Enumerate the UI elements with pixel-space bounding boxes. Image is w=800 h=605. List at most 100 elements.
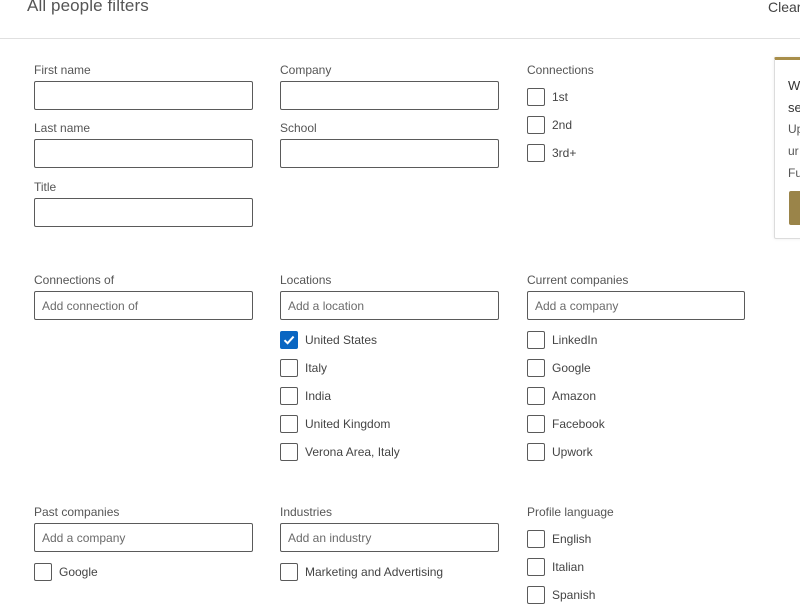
company-group: Company (280, 62, 500, 110)
checkbox-label: Spanish (552, 588, 596, 602)
current-company-option[interactable]: LinkedIn (527, 331, 747, 349)
current-company-option[interactable]: Facebook (527, 415, 747, 433)
language-option[interactable]: English (527, 530, 747, 548)
location-option[interactable]: United Kingdom (280, 415, 500, 433)
page-title: All people filters (27, 0, 149, 15)
checkbox[interactable] (527, 586, 545, 604)
promo-line: Up (788, 122, 800, 136)
checkbox[interactable] (527, 443, 545, 461)
first-name-label: First name (34, 63, 91, 77)
checkbox[interactable] (527, 331, 545, 349)
filters-header: All people filters Clear (0, 0, 800, 39)
profile-language-label: Profile language (527, 505, 614, 519)
checkbox-label: Marketing and Advertising (305, 565, 444, 579)
checkbox[interactable] (280, 415, 298, 433)
company-input[interactable] (280, 81, 499, 110)
checkbox[interactable] (527, 116, 545, 134)
current-company-options: LinkedIn Google Amazon Facebook Upwork (527, 331, 747, 461)
location-option[interactable]: India (280, 387, 500, 405)
current-company-input[interactable] (527, 291, 745, 320)
checkbox[interactable] (280, 387, 298, 405)
current-company-option[interactable]: Amazon (527, 387, 747, 405)
checkbox[interactable] (527, 359, 545, 377)
connection-option-1st[interactable]: 1st (527, 88, 747, 106)
current-companies-label: Current companies (527, 273, 629, 287)
last-name-input[interactable] (34, 139, 253, 168)
current-companies-group: Current companies LinkedIn Google Amazon… (527, 272, 747, 461)
checkbox-label: English (552, 532, 592, 546)
current-company-option[interactable]: Upwork (527, 443, 747, 461)
checkbox-label: India (305, 389, 332, 403)
promo-line: Fu (788, 166, 800, 180)
company-label: Company (280, 63, 332, 77)
past-companies-label: Past companies (34, 505, 120, 519)
language-option[interactable]: Italian (527, 558, 747, 576)
checkbox-label: Amazon (552, 389, 597, 403)
premium-button[interactable] (789, 191, 800, 225)
industries-group: Industries Marketing and Advertising (280, 504, 500, 581)
checkbox[interactable] (527, 144, 545, 162)
promo-line: W (788, 78, 800, 93)
clear-button[interactable]: Clear (768, 0, 800, 15)
checkbox-label: Verona Area, Italy (305, 445, 400, 459)
checkbox[interactable] (527, 415, 545, 433)
locations-group: Locations United States Italy India Unit… (280, 272, 500, 461)
title-label: Title (34, 180, 57, 194)
connections-of-input[interactable] (34, 291, 253, 320)
checkmark-icon (283, 335, 295, 345)
location-option[interactable]: United States (280, 331, 500, 349)
checkbox-label: Facebook (552, 417, 605, 431)
checkbox-label: Google (552, 361, 591, 375)
last-name-label: Last name (34, 121, 91, 135)
checkbox[interactable] (34, 563, 52, 581)
connections-of-group: Connections of (34, 272, 254, 320)
location-option[interactable]: Italy (280, 359, 500, 377)
checkbox-label: 2nd (552, 118, 573, 132)
connections-group: Connections 1st 2nd 3rd+ (527, 62, 747, 162)
promo-line: se (788, 100, 800, 115)
first-name-input[interactable] (34, 81, 253, 110)
checkbox[interactable] (280, 443, 298, 461)
checkbox-label: Google (59, 565, 98, 579)
first-name-group: First name (34, 62, 254, 110)
profile-language-group: Profile language English Italian Spanish (527, 504, 747, 604)
checkbox[interactable] (527, 88, 545, 106)
checkbox-label: 3rd+ (552, 146, 577, 160)
school-group: School (280, 120, 500, 168)
title-input[interactable] (34, 198, 253, 227)
title-group: Title (34, 179, 254, 227)
current-company-option[interactable]: Google (527, 359, 747, 377)
checkbox-label: Italian (552, 560, 585, 574)
checkbox-label: Italy (305, 361, 328, 375)
connection-option-2nd[interactable]: 2nd (527, 116, 747, 134)
premium-promo-card: W se Up ur Fu (774, 57, 800, 239)
industry-input[interactable] (280, 523, 499, 552)
industries-label: Industries (280, 505, 333, 519)
past-company-input[interactable] (34, 523, 253, 552)
checkbox-label: LinkedIn (552, 333, 598, 347)
last-name-group: Last name (34, 120, 254, 168)
checkbox-checked[interactable] (280, 331, 298, 349)
checkbox[interactable] (527, 387, 545, 405)
checkbox[interactable] (280, 359, 298, 377)
location-input[interactable] (280, 291, 499, 320)
connections-of-label: Connections of (34, 273, 115, 287)
school-label: School (280, 121, 317, 135)
checkbox[interactable] (527, 558, 545, 576)
past-companies-group: Past companies Google (34, 504, 254, 581)
locations-label: Locations (280, 273, 332, 287)
industry-option[interactable]: Marketing and Advertising (280, 563, 500, 581)
connection-option-3rd-plus[interactable]: 3rd+ (527, 144, 747, 162)
checkbox-label: 1st (552, 90, 569, 104)
location-options: United States Italy India United Kingdom… (280, 331, 500, 461)
checkbox[interactable] (280, 563, 298, 581)
promo-line: ur (788, 144, 799, 158)
checkbox-label: Upwork (552, 445, 593, 459)
connections-options: 1st 2nd 3rd+ (527, 88, 747, 162)
location-option[interactable]: Verona Area, Italy (280, 443, 500, 461)
connections-label: Connections (527, 63, 594, 77)
checkbox[interactable] (527, 530, 545, 548)
past-company-option[interactable]: Google (34, 563, 254, 581)
language-option[interactable]: Spanish (527, 586, 747, 604)
school-input[interactable] (280, 139, 499, 168)
